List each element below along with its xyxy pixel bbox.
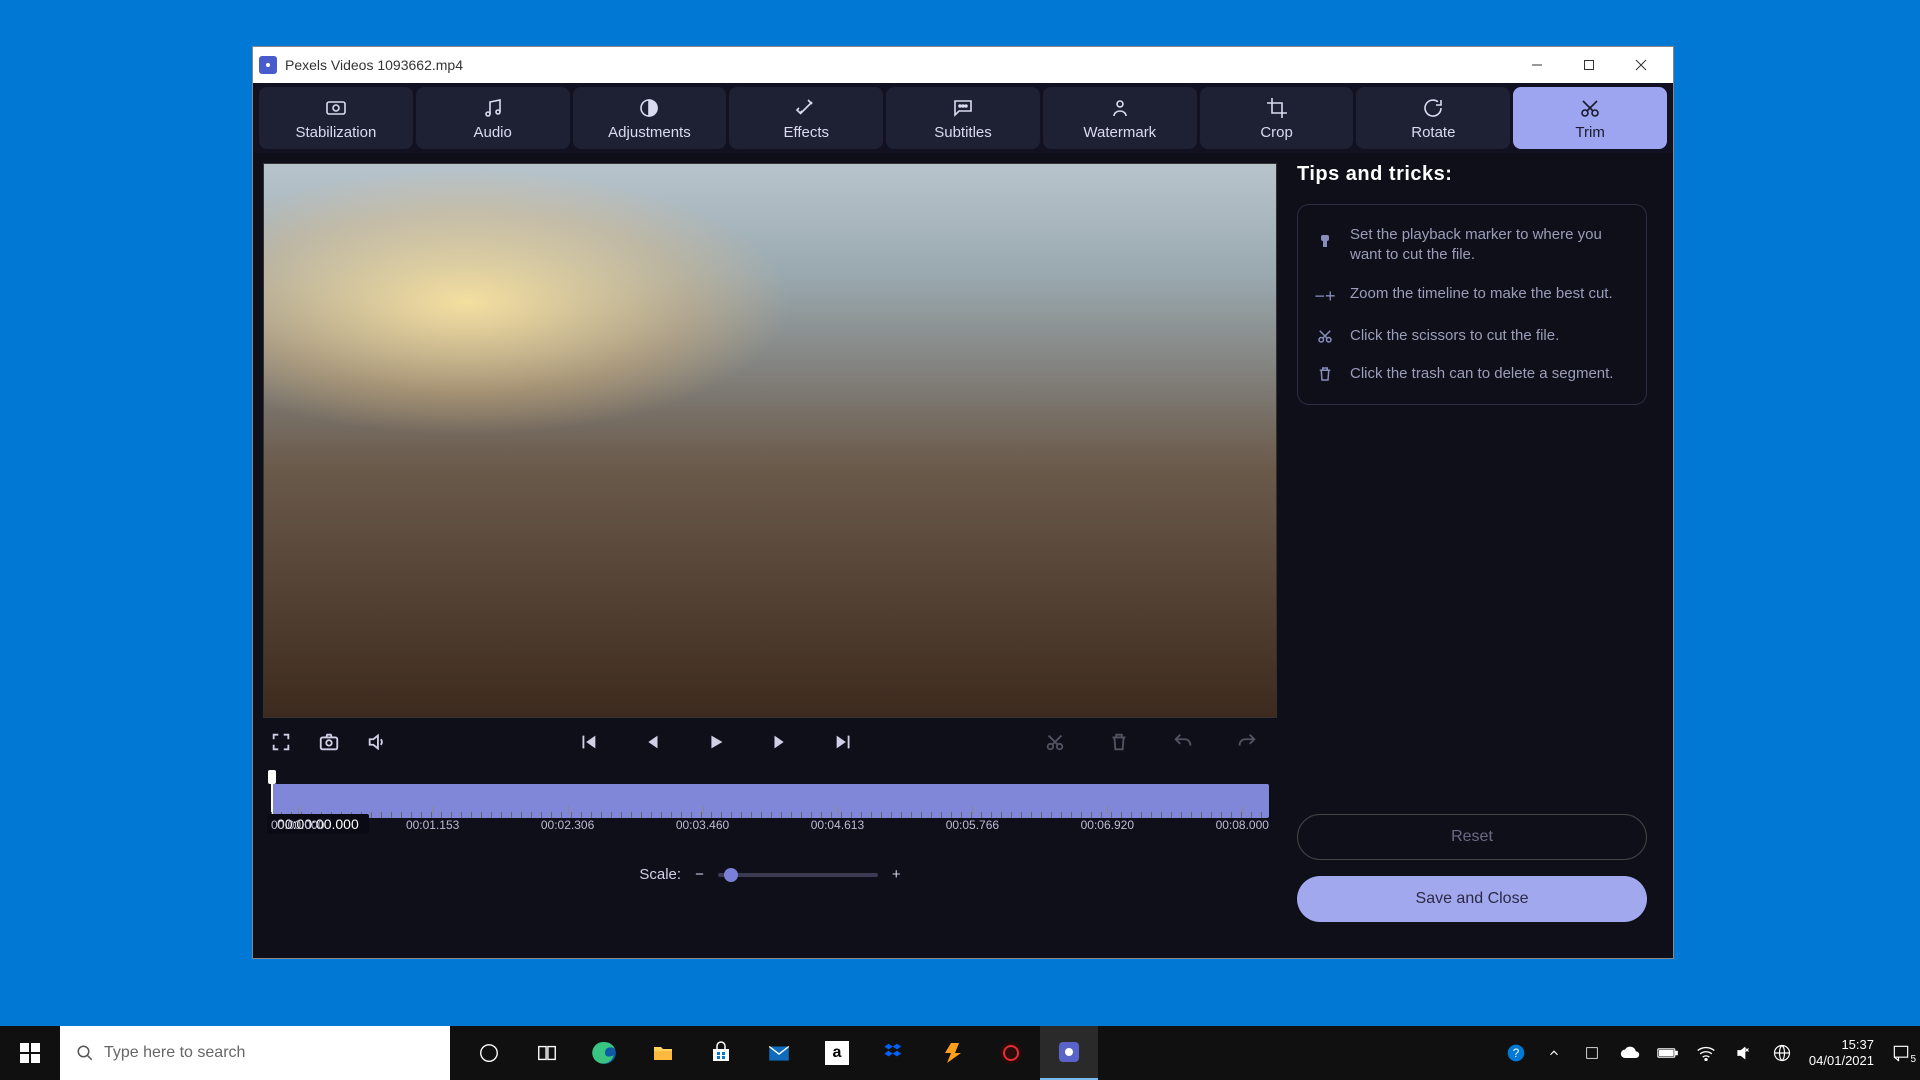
tool-effects[interactable]: Effects: [729, 87, 883, 149]
winamp-icon[interactable]: [924, 1026, 982, 1080]
tool-audio[interactable]: Audio: [416, 87, 570, 149]
start-button[interactable]: [0, 1026, 60, 1080]
tool-label: Audio: [473, 124, 511, 141]
language-icon[interactable]: [1771, 1043, 1793, 1063]
onedrive-icon[interactable]: [1619, 1046, 1641, 1060]
app-icon-red[interactable]: [982, 1026, 1040, 1080]
explorer-icon[interactable]: [634, 1026, 692, 1080]
tool-subtitles[interactable]: Subtitles: [886, 87, 1040, 149]
tool-label: Subtitles: [934, 124, 992, 141]
window-title: Pexels Videos 1093662.mp4: [285, 57, 463, 73]
notif-badge: 5: [1910, 1054, 1916, 1065]
toolbar: Stabilization Audio Adjustments Effects …: [253, 83, 1673, 153]
clock[interactable]: 15:37 04/01/2021: [1809, 1037, 1874, 1068]
reset-button[interactable]: Reset: [1297, 814, 1647, 860]
current-app-icon[interactable]: [1040, 1026, 1098, 1080]
tool-label: Rotate: [1411, 124, 1455, 141]
maximize-button[interactable]: [1563, 47, 1615, 83]
tool-trim[interactable]: Trim: [1513, 87, 1667, 149]
undo-button[interactable]: [1165, 724, 1201, 760]
time-text: 15:37: [1809, 1037, 1874, 1053]
battery-icon[interactable]: [1657, 1046, 1679, 1060]
save-close-button[interactable]: Save and Close: [1297, 876, 1647, 922]
date-text: 04/01/2021: [1809, 1053, 1874, 1069]
wifi-icon[interactable]: [1695, 1045, 1717, 1061]
taskbar: Type here to search a ? 15:37 04/01/2021…: [0, 1026, 1920, 1080]
help-icon[interactable]: ?: [1505, 1043, 1527, 1063]
tip-text: Set the playback marker to where you wan…: [1350, 225, 1630, 266]
next-frame-button[interactable]: [762, 724, 798, 760]
search-placeholder: Type here to search: [104, 1044, 245, 1062]
tool-crop[interactable]: Crop: [1200, 87, 1354, 149]
tips-heading: Tips and tricks:: [1297, 163, 1647, 186]
svg-text:?: ?: [1513, 1047, 1520, 1060]
zoom-icon: −+: [1314, 284, 1336, 308]
tool-watermark[interactable]: Watermark: [1043, 87, 1197, 149]
dropbox-icon[interactable]: [866, 1026, 924, 1080]
app-icon: [259, 56, 277, 74]
tool-label: Stabilization: [295, 124, 376, 141]
tip-text: Click the trash can to delete a segment.: [1350, 364, 1613, 384]
tool-label: Trim: [1575, 124, 1604, 141]
cortana-icon[interactable]: [460, 1026, 518, 1080]
tip-text: Zoom the timeline to make the best cut.: [1350, 284, 1613, 308]
redo-button[interactable]: [1229, 724, 1265, 760]
trash-icon: [1314, 364, 1336, 384]
skip-start-button[interactable]: [570, 724, 606, 760]
scale-minus[interactable]: −: [695, 866, 704, 883]
delete-button[interactable]: [1101, 724, 1137, 760]
tool-label: Effects: [783, 124, 829, 141]
scissors-icon: [1314, 326, 1336, 346]
amazon-icon[interactable]: a: [808, 1026, 866, 1080]
tool-rotate[interactable]: Rotate: [1356, 87, 1510, 149]
snapshot-button[interactable]: [311, 724, 347, 760]
minimize-button[interactable]: [1511, 47, 1563, 83]
task-view-icon[interactable]: [518, 1026, 576, 1080]
tip-text: Click the scissors to cut the file.: [1350, 326, 1559, 346]
tool-stabilization[interactable]: Stabilization: [259, 87, 413, 149]
search-icon: [76, 1044, 94, 1062]
search-box[interactable]: Type here to search: [60, 1026, 450, 1080]
skip-end-button[interactable]: [826, 724, 862, 760]
tray-chevron-icon[interactable]: [1543, 1046, 1565, 1060]
play-button[interactable]: [698, 724, 734, 760]
prev-frame-button[interactable]: [634, 724, 670, 760]
video-preview[interactable]: [263, 163, 1277, 718]
fullscreen-button[interactable]: [263, 724, 299, 760]
tips-panel: Set the playback marker to where you wan…: [1297, 204, 1647, 405]
marker-icon: [1314, 225, 1336, 266]
title-bar: Pexels Videos 1093662.mp4: [253, 47, 1673, 83]
scale-slider[interactable]: [718, 873, 878, 877]
scale-label: Scale:: [639, 866, 681, 883]
scale-plus[interactable]: +: [892, 866, 901, 883]
tool-adjustments[interactable]: Adjustments: [573, 87, 727, 149]
tool-label: Watermark: [1083, 124, 1156, 141]
close-button[interactable]: [1615, 47, 1667, 83]
tray-expand-icon[interactable]: [1581, 1045, 1603, 1061]
cut-button[interactable]: [1037, 724, 1073, 760]
edge-icon[interactable]: [576, 1026, 634, 1080]
volume-button[interactable]: [359, 724, 395, 760]
mail-icon[interactable]: [750, 1026, 808, 1080]
app-window: Pexels Videos 1093662.mp4 Stabilization …: [252, 46, 1674, 959]
timeline[interactable]: 00:00:00.000 00:00.000 00:01.153 00:02.3…: [263, 770, 1277, 860]
tool-label: Adjustments: [608, 124, 691, 141]
volume-tray-icon[interactable]: [1733, 1044, 1755, 1062]
tool-label: Crop: [1260, 124, 1293, 141]
notifications-icon[interactable]: 5: [1890, 1043, 1912, 1063]
timeline-labels: 00:00.000 00:01.153 00:02.306 00:03.460 …: [271, 818, 1269, 848]
store-icon[interactable]: [692, 1026, 750, 1080]
